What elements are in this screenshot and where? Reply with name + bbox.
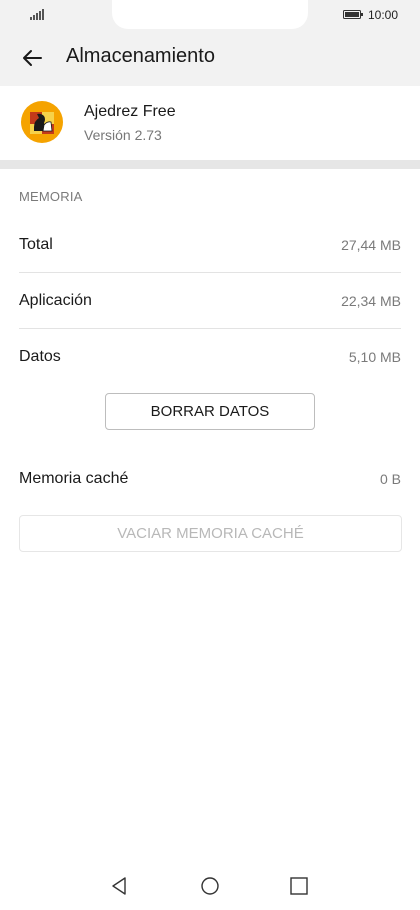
memory-row-cache: Memoria caché 0 B — [19, 451, 401, 507]
memory-row-value: 27,44 MB — [341, 237, 401, 253]
memory-row-value: 5,10 MB — [348, 349, 401, 365]
back-button[interactable] — [12, 38, 52, 78]
app-info-card: Ajedrez Free Versión 2.73 — [0, 86, 420, 160]
navigation-bar — [0, 862, 420, 910]
memory-row-data: Datos 5,10 MB — [19, 329, 401, 385]
memory-row-value: 22,34 MB — [341, 293, 401, 309]
section-label-memory: MEMORIA — [19, 189, 83, 204]
status-time: 10:00 — [368, 8, 399, 22]
clear-data-button[interactable]: BORRAR DATOS — [105, 393, 315, 430]
chess-app-icon — [21, 101, 63, 143]
page-title: Almacenamiento — [66, 45, 215, 67]
memory-row-total: Total 27,44 MB — [19, 217, 401, 273]
signal-icon — [30, 9, 44, 20]
memory-row-app: Aplicación 22,34 MB — [19, 273, 401, 329]
nav-recents-icon[interactable] — [289, 876, 309, 896]
memory-row-label: Aplicación — [19, 292, 92, 309]
nav-home-icon[interactable] — [200, 876, 220, 896]
battery-icon — [343, 10, 363, 19]
clear-cache-button: VACIAR MEMORIA CACHÉ — [19, 515, 402, 552]
nav-back-icon[interactable] — [109, 876, 129, 896]
memory-row-value: 0 B — [379, 471, 401, 487]
notch — [112, 0, 308, 29]
storage-details: MEMORIA Total 27,44 MB Aplicación 22,34 … — [0, 169, 420, 910]
section-divider — [0, 160, 420, 169]
app-name: Ajedrez Free — [84, 103, 176, 120]
app-version: Versión 2.73 — [84, 127, 162, 143]
memory-row-label: Total — [19, 236, 53, 253]
back-arrow-icon — [23, 50, 42, 66]
memory-row-label: Datos — [19, 348, 61, 365]
app-bar: Almacenamiento — [0, 30, 420, 86]
status-bar: 10:00 — [0, 0, 420, 30]
memory-row-label: Memoria caché — [19, 470, 129, 487]
